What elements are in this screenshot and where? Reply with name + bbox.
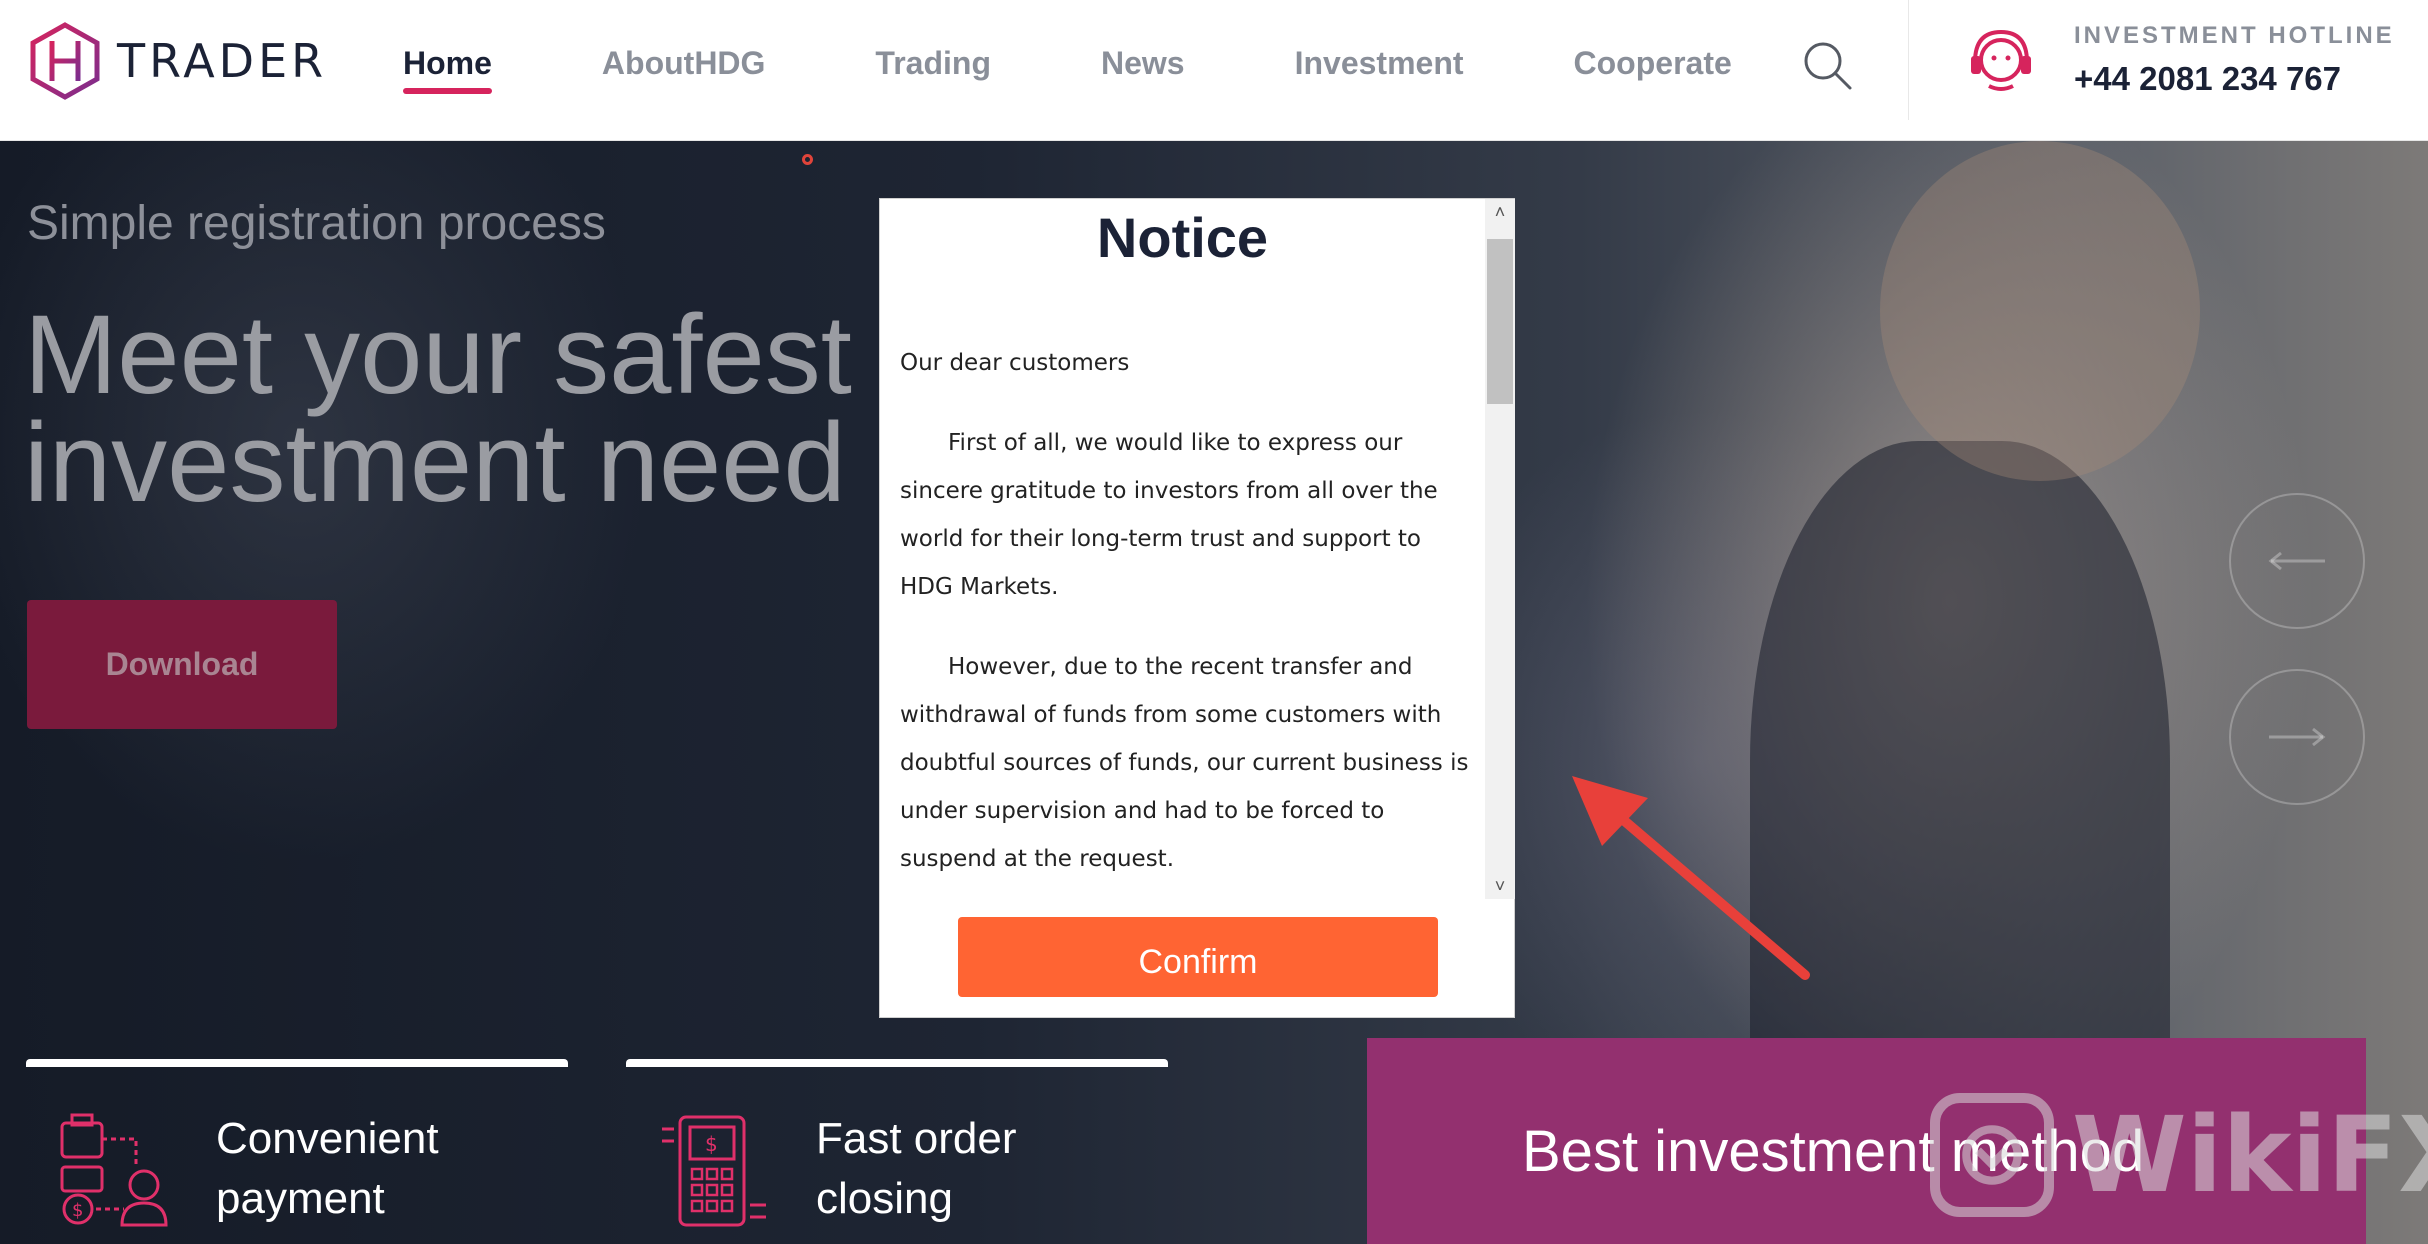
wallet-payment-icon: $ [56, 1109, 176, 1229]
slider-next-button[interactable] [2229, 669, 2365, 805]
watermark-logo-icon [1930, 1093, 2054, 1217]
decorative-dot [802, 154, 813, 165]
watermark-text: WikiFX [2072, 1094, 2428, 1216]
arrow-right-icon [2269, 727, 2326, 747]
hero-title-line1: Meet your safest [24, 292, 852, 417]
notice-greeting: Our dear customers [900, 350, 1130, 376]
svg-text:$: $ [72, 1200, 83, 1221]
notice-paragraph: However, due to the recent transfer and … [900, 654, 1469, 872]
notice-scroll-area[interactable]: Notice Our dear customers First of all, … [880, 199, 1485, 899]
hero-title: Meet your safest investment need [24, 292, 852, 525]
feature-title-line2: payment [216, 1174, 385, 1223]
notice-title: Notice [1096, 206, 1269, 269]
notice-modal: Notice Our dear customers First of all, … [879, 198, 1515, 1018]
pos-terminal-icon: $ [656, 1109, 776, 1229]
feature-title-line1: Fast order [816, 1114, 1017, 1163]
hero-title-line2: investment need [24, 400, 846, 525]
feature-card-order: $ Fast order closing [626, 1059, 1168, 1244]
feature-text: Convenient payment [216, 1109, 439, 1229]
site-header: TRADER Home AboutHDG Trading News Invest… [0, 0, 2428, 141]
svg-text:$: $ [705, 1132, 718, 1156]
watermark: WikiFX [1930, 1085, 2428, 1225]
annotation-arrow-icon [1572, 776, 1810, 980]
logo-text: TRADER [117, 34, 328, 88]
hotline-number[interactable]: +44 2081 234 767 [2074, 60, 2341, 98]
main-nav: Home AboutHDG Trading News Investment Co… [403, 38, 1842, 94]
headset-icon [1965, 24, 2037, 96]
nav-item-home[interactable]: Home [403, 38, 492, 94]
notice-body: Our dear customers First of all, we woul… [900, 339, 1480, 899]
hotline-label: INVESTMENT HOTLINE [2074, 22, 2395, 49]
scroll-up-icon[interactable]: ˄ [1485, 199, 1515, 225]
arrow-left-icon [2268, 551, 2325, 571]
nav-item-cooperate[interactable]: Cooperate [1574, 38, 1732, 88]
feature-card-payment: $ Convenient payment [26, 1059, 568, 1244]
slider-prev-button[interactable] [2229, 493, 2365, 629]
notice-scrollbar[interactable]: ˄ ˅ [1485, 199, 1515, 899]
scroll-down-icon[interactable]: ˅ [1485, 873, 1515, 899]
header-divider [1908, 0, 1909, 120]
scrollbar-thumb[interactable] [1487, 239, 1513, 404]
nav-item-abouthdg[interactable]: AboutHDG [602, 38, 766, 88]
site-logo[interactable]: TRADER [25, 20, 327, 102]
feature-text: Fast order closing [816, 1109, 1017, 1229]
hdg-logo-icon [30, 22, 100, 100]
confirm-button[interactable]: Confirm [958, 917, 1438, 997]
nav-item-trading[interactable]: Trading [875, 38, 991, 88]
feature-title-line2: closing [816, 1174, 953, 1223]
feature-title-line1: Convenient [216, 1114, 439, 1163]
download-button[interactable]: Download [27, 600, 337, 729]
feature-card-top-bar [26, 1059, 568, 1067]
notice-paragraph: First of all, we would like to express o… [900, 430, 1438, 600]
hero-subtitle: Simple registration process [27, 197, 606, 250]
nav-item-news[interactable]: News [1101, 38, 1185, 88]
feature-card-top-bar [626, 1059, 1168, 1067]
search-icon[interactable] [1800, 38, 1854, 92]
nav-item-investment[interactable]: Investment [1295, 38, 1464, 88]
